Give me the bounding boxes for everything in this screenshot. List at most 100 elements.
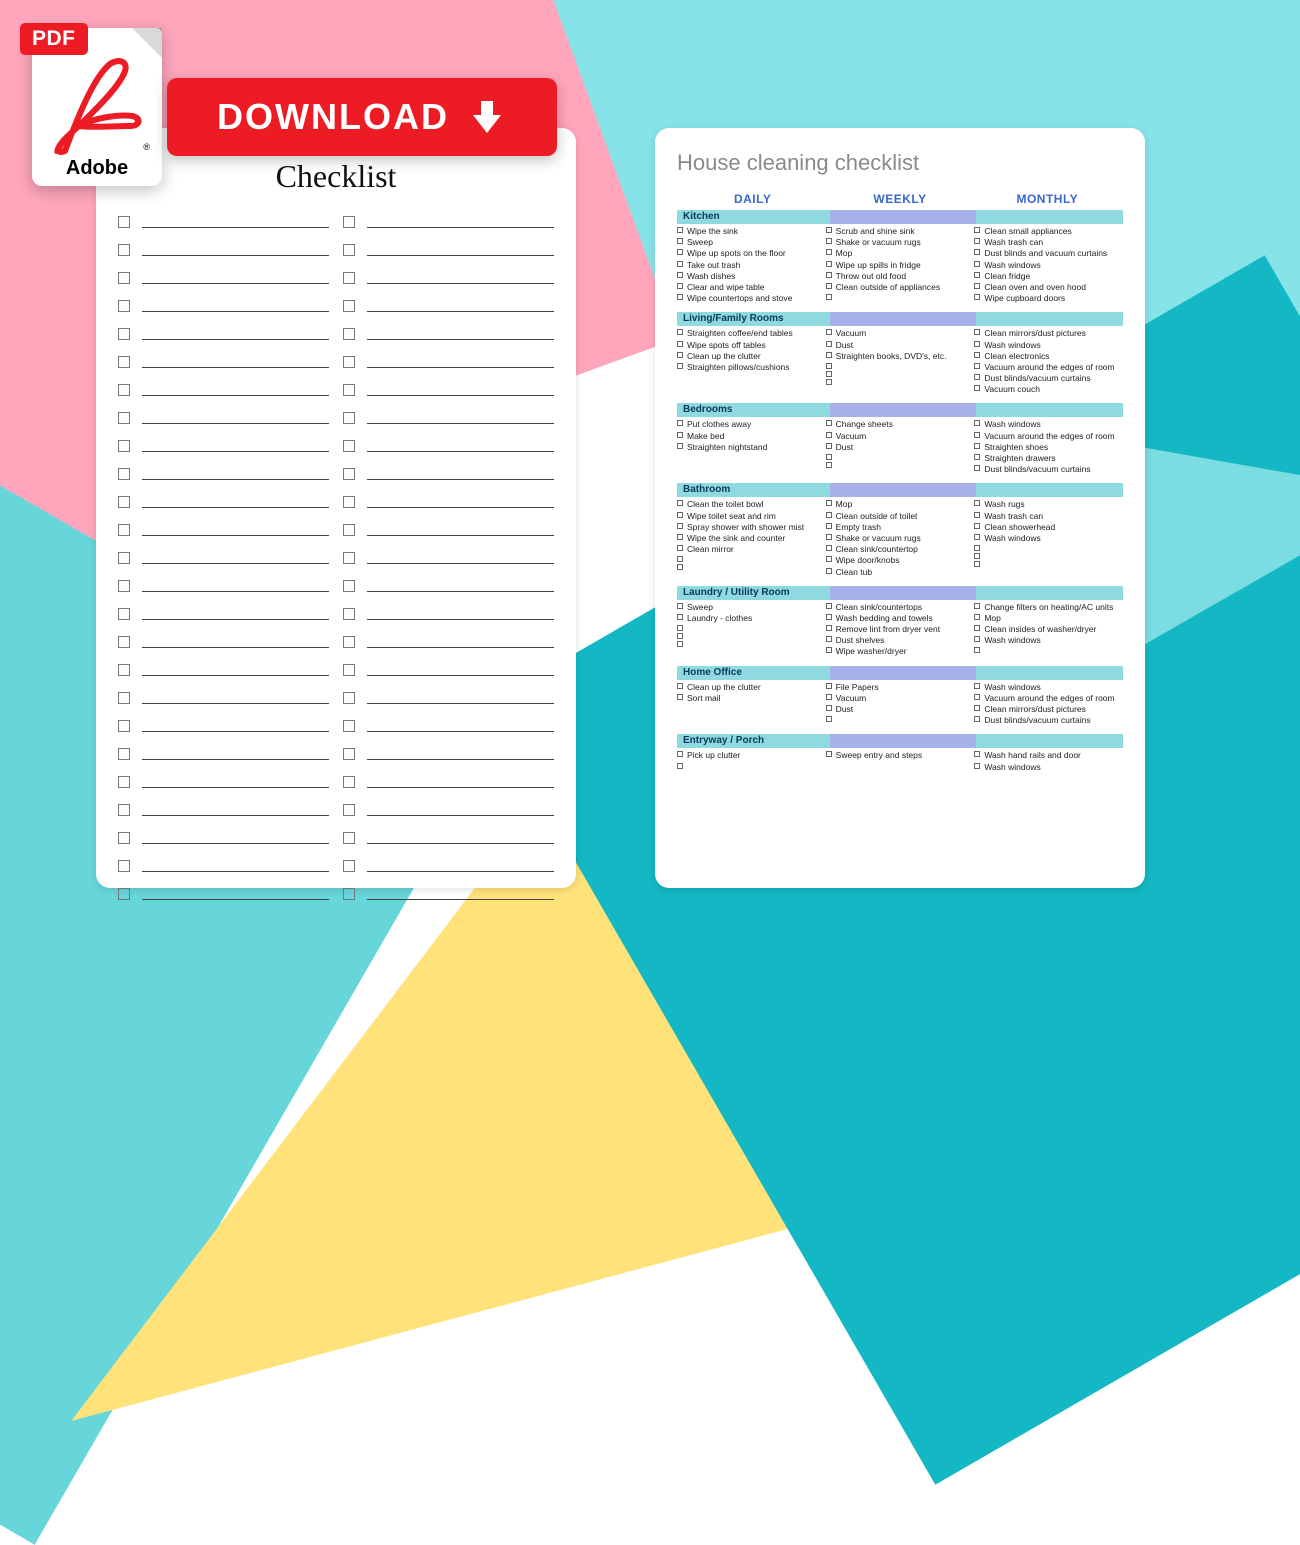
checkbox[interactable]: [343, 580, 355, 592]
checkbox[interactable]: [826, 283, 832, 289]
checkbox[interactable]: [343, 328, 355, 340]
checkbox[interactable]: [826, 462, 832, 468]
checkbox[interactable]: [974, 647, 980, 653]
checkbox[interactable]: [118, 384, 130, 396]
checkbox[interactable]: [118, 440, 130, 452]
checkbox[interactable]: [677, 751, 683, 757]
checkbox[interactable]: [974, 694, 980, 700]
checkbox[interactable]: [974, 432, 980, 438]
checkbox[interactable]: [118, 776, 130, 788]
checkbox[interactable]: [974, 249, 980, 255]
checkbox[interactable]: [343, 720, 355, 732]
checkbox[interactable]: [974, 238, 980, 244]
checkbox[interactable]: [826, 420, 832, 426]
checkbox[interactable]: [677, 272, 683, 278]
checkbox[interactable]: [826, 500, 832, 506]
checkbox[interactable]: [826, 523, 832, 529]
checkbox[interactable]: [677, 603, 683, 609]
checkbox[interactable]: [677, 249, 683, 255]
checkbox[interactable]: [118, 748, 130, 760]
checkbox[interactable]: [826, 683, 832, 689]
checkbox[interactable]: [118, 216, 130, 228]
checkbox[interactable]: [118, 636, 130, 648]
checkbox[interactable]: [118, 692, 130, 704]
checkbox[interactable]: [343, 244, 355, 256]
checkbox[interactable]: [974, 512, 980, 518]
checkbox[interactable]: [974, 561, 980, 567]
checkbox[interactable]: [118, 664, 130, 676]
checkbox[interactable]: [677, 363, 683, 369]
checkbox[interactable]: [974, 534, 980, 540]
checkbox[interactable]: [118, 412, 130, 424]
checkbox[interactable]: [343, 216, 355, 228]
checkbox[interactable]: [118, 580, 130, 592]
checkbox[interactable]: [974, 261, 980, 267]
checkbox[interactable]: [826, 329, 832, 335]
checkbox[interactable]: [826, 261, 832, 267]
checkbox[interactable]: [343, 272, 355, 284]
checkbox[interactable]: [677, 238, 683, 244]
checkbox[interactable]: [677, 641, 683, 647]
checkbox[interactable]: [974, 705, 980, 711]
checkbox[interactable]: [343, 468, 355, 480]
checkbox[interactable]: [343, 692, 355, 704]
checkbox[interactable]: [677, 545, 683, 551]
checkbox[interactable]: [677, 534, 683, 540]
checkbox[interactable]: [826, 443, 832, 449]
checkbox[interactable]: [343, 776, 355, 788]
checkbox[interactable]: [677, 329, 683, 335]
checkbox[interactable]: [118, 524, 130, 536]
checkbox[interactable]: [343, 440, 355, 452]
checkbox[interactable]: [343, 384, 355, 396]
checkbox[interactable]: [343, 804, 355, 816]
checkbox[interactable]: [974, 523, 980, 529]
checkbox[interactable]: [974, 683, 980, 689]
checkbox[interactable]: [343, 832, 355, 844]
checkbox[interactable]: [343, 664, 355, 676]
checkbox[interactable]: [343, 748, 355, 760]
checkbox[interactable]: [826, 272, 832, 278]
checkbox[interactable]: [974, 374, 980, 380]
checkbox[interactable]: [677, 294, 683, 300]
checkbox[interactable]: [974, 553, 980, 559]
checkbox[interactable]: [343, 412, 355, 424]
checkbox[interactable]: [118, 468, 130, 480]
checkbox[interactable]: [974, 227, 980, 233]
checkbox[interactable]: [118, 860, 130, 872]
checkbox[interactable]: [677, 420, 683, 426]
checkbox[interactable]: [677, 227, 683, 233]
checkbox[interactable]: [677, 763, 683, 769]
checkbox[interactable]: [826, 625, 832, 631]
checkbox[interactable]: [826, 568, 832, 574]
checkbox[interactable]: [343, 888, 355, 900]
checkbox[interactable]: [343, 496, 355, 508]
checkbox[interactable]: [677, 523, 683, 529]
checkbox[interactable]: [677, 261, 683, 267]
checkbox[interactable]: [118, 804, 130, 816]
checkbox[interactable]: [343, 552, 355, 564]
checkbox[interactable]: [826, 751, 832, 757]
checkbox[interactable]: [677, 683, 683, 689]
checkbox[interactable]: [118, 608, 130, 620]
checkbox[interactable]: [826, 545, 832, 551]
checkbox[interactable]: [118, 888, 130, 900]
checkbox[interactable]: [677, 341, 683, 347]
checkbox[interactable]: [826, 512, 832, 518]
checkbox[interactable]: [826, 352, 832, 358]
checkbox[interactable]: [974, 341, 980, 347]
checkbox[interactable]: [826, 227, 832, 233]
checkbox[interactable]: [974, 763, 980, 769]
checkbox[interactable]: [826, 432, 832, 438]
checkbox[interactable]: [826, 363, 832, 369]
checkbox[interactable]: [677, 500, 683, 506]
checkbox[interactable]: [677, 625, 683, 631]
checkbox[interactable]: [118, 272, 130, 284]
checkbox[interactable]: [974, 443, 980, 449]
checkbox[interactable]: [974, 603, 980, 609]
checkbox[interactable]: [826, 238, 832, 244]
checkbox[interactable]: [974, 636, 980, 642]
checkbox[interactable]: [343, 524, 355, 536]
checkbox[interactable]: [826, 694, 832, 700]
checkbox[interactable]: [974, 294, 980, 300]
checkbox[interactable]: [826, 647, 832, 653]
